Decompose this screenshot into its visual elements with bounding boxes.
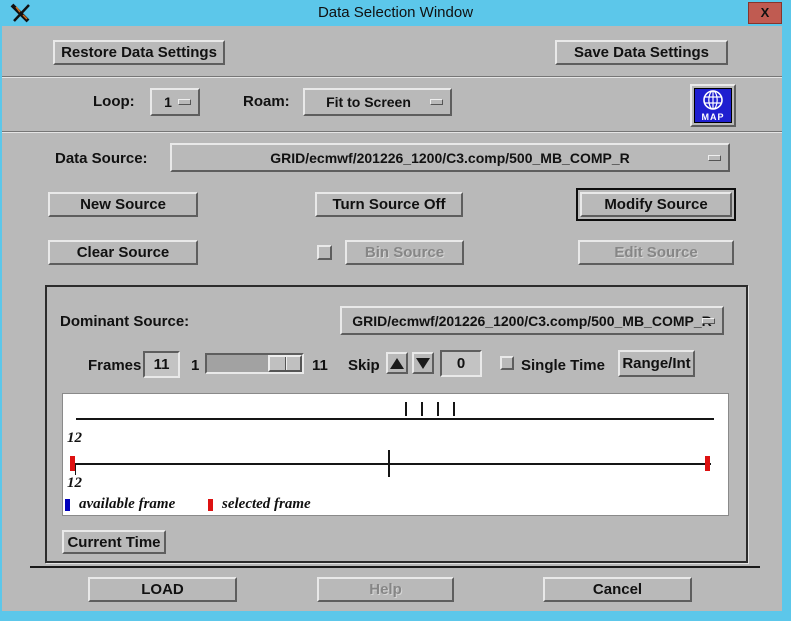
- data-selection-window: Data Selection Window X Restore Data Set…: [0, 0, 791, 621]
- skip-down-button[interactable]: [412, 352, 434, 374]
- slider-min-label: 1: [191, 357, 199, 374]
- option-menu-dash-icon: [708, 155, 721, 161]
- skip-down-icon: [416, 358, 430, 369]
- timeline-subtick: [75, 465, 76, 475]
- timeline-panel: 12 12 available frame selected frame: [62, 393, 729, 516]
- legend-available: available frame: [65, 496, 175, 513]
- loop-value: 1: [164, 94, 172, 110]
- skip-value-field[interactable]: 0: [440, 350, 482, 377]
- data-source-value: GRID/ecmwf/201226_1200/C3.comp/500_MB_CO…: [270, 150, 630, 166]
- selected-frame-mark: [70, 456, 75, 471]
- cancel-button[interactable]: Cancel: [543, 577, 692, 602]
- roam-value: Fit to Screen: [326, 94, 411, 110]
- window-body: Restore Data Settings Save Data Settings…: [2, 26, 782, 611]
- loop-label: Loop:: [93, 93, 135, 110]
- dominant-source-value: GRID/ecmwf/201226_1200/C3.comp/500_MB_CO…: [352, 313, 712, 329]
- titlebar: Data Selection Window X: [0, 0, 791, 26]
- skip-label: Skip: [348, 357, 380, 374]
- available-frame-tick: [421, 402, 423, 416]
- available-frame-swatch: [65, 499, 70, 511]
- available-frame-tick: [437, 402, 439, 416]
- selected-frame-mark: [705, 456, 710, 471]
- option-menu-dash-icon: [430, 99, 443, 105]
- help-button[interactable]: Help: [317, 577, 454, 602]
- legend-selected: selected frame: [208, 496, 311, 513]
- selected-frame-swatch: [208, 499, 213, 511]
- modify-source-button[interactable]: Modify Source: [580, 192, 732, 217]
- frames-slider-thumb[interactable]: [268, 355, 302, 372]
- separator: [2, 131, 782, 133]
- clear-source-button[interactable]: Clear Source: [48, 240, 198, 265]
- map-icon: MAP: [694, 88, 732, 123]
- dominant-source-label: Dominant Source:: [60, 313, 189, 330]
- separator: [2, 76, 782, 78]
- roam-label: Roam:: [243, 93, 290, 110]
- load-button[interactable]: LOAD: [88, 577, 237, 602]
- turn-source-off-button[interactable]: Turn Source Off: [315, 192, 463, 217]
- timeline-cursor[interactable]: [388, 450, 390, 477]
- map-icon-text: MAP: [702, 113, 725, 122]
- available-frame-tick: [453, 402, 455, 416]
- range-int-button[interactable]: Range/Int: [618, 350, 695, 377]
- single-time-checkbox[interactable]: [500, 356, 514, 370]
- single-time-label: Single Time: [521, 357, 605, 374]
- close-button[interactable]: X: [748, 2, 782, 24]
- save-data-settings-button[interactable]: Save Data Settings: [555, 40, 728, 65]
- data-source-label: Data Source:: [55, 150, 148, 167]
- data-source-option-menu[interactable]: GRID/ecmwf/201226_1200/C3.comp/500_MB_CO…: [170, 143, 730, 172]
- window-title: Data Selection Window: [0, 4, 791, 21]
- timeline-start-time: 12: [67, 430, 82, 447]
- footer-separator: [30, 566, 760, 568]
- available-frames-line: [76, 418, 714, 420]
- option-menu-dash-icon: [702, 318, 715, 324]
- frames-label: Frames: [88, 357, 141, 374]
- slider-max-label: 11: [312, 357, 328, 374]
- selected-frames-line: [71, 463, 711, 465]
- restore-data-settings-button[interactable]: Restore Data Settings: [53, 40, 225, 65]
- option-menu-dash-icon: [178, 99, 191, 105]
- new-source-button[interactable]: New Source: [48, 192, 198, 217]
- skip-up-button[interactable]: [386, 352, 408, 374]
- selected-frame-label: selected frame: [222, 496, 311, 513]
- available-frame-label: available frame: [79, 496, 175, 513]
- skip-up-icon: [390, 358, 404, 369]
- dominant-source-option-menu[interactable]: GRID/ecmwf/201226_1200/C3.comp/500_MB_CO…: [340, 306, 724, 335]
- bin-source-checkbox[interactable]: [317, 245, 332, 260]
- frames-count-field[interactable]: 11: [143, 351, 180, 378]
- frames-slider[interactable]: [205, 353, 304, 374]
- roam-option-menu[interactable]: Fit to Screen: [303, 88, 452, 116]
- modify-source-default-ring: Modify Source: [576, 188, 736, 221]
- bin-source-button[interactable]: Bin Source: [345, 240, 464, 265]
- timeline-end-time: 12: [67, 475, 82, 492]
- loop-option-menu[interactable]: 1: [150, 88, 200, 116]
- map-button[interactable]: MAP: [690, 84, 736, 127]
- current-time-button[interactable]: Current Time: [62, 530, 166, 554]
- edit-source-button[interactable]: Edit Source: [578, 240, 734, 265]
- available-frame-tick: [405, 402, 407, 416]
